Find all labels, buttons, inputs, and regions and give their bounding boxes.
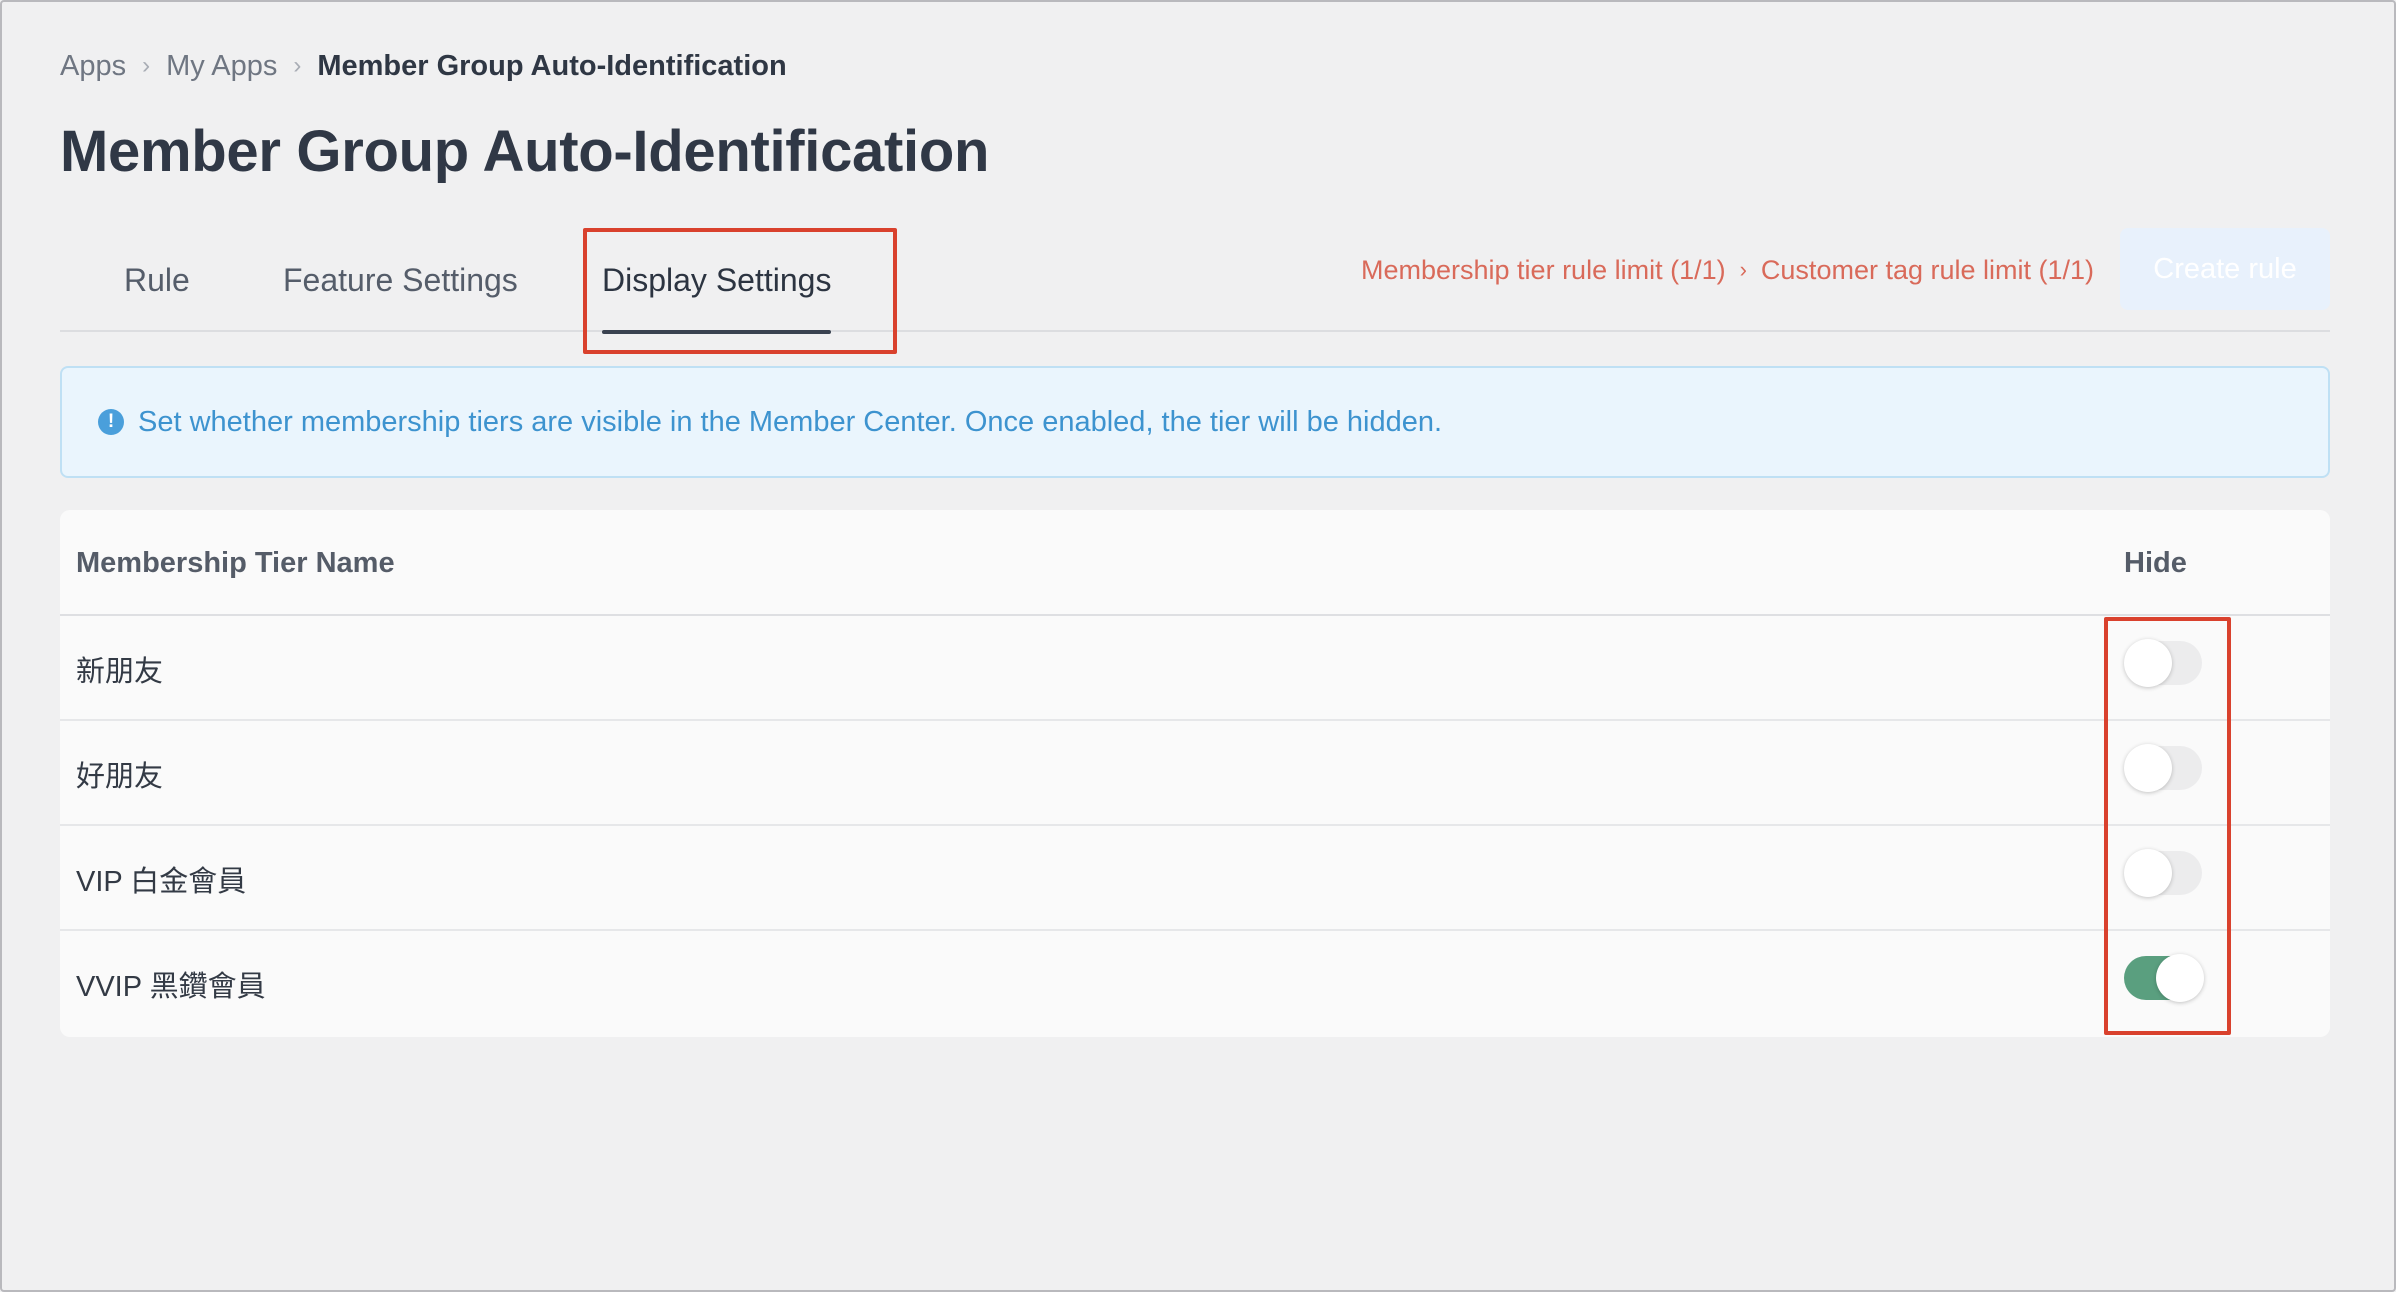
chevron-right-icon: › — [1739, 257, 1747, 282]
tab-feature-settings[interactable]: Feature Settings — [283, 228, 518, 332]
hide-toggle[interactable] — [2124, 849, 2202, 897]
info-banner: ! Set whether membership tiers are visib… — [60, 366, 2330, 478]
table-row: 新朋友 — [60, 616, 2330, 721]
tier-name: 新朋友 — [76, 655, 164, 688]
hide-toggle[interactable] — [2124, 639, 2202, 687]
toggle-knob — [2124, 744, 2172, 792]
breadcrumb-my-apps-link[interactable]: My Apps — [166, 50, 277, 83]
chevron-right-icon: › — [293, 52, 302, 79]
hide-toggle[interactable] — [2124, 954, 2204, 1002]
chevron-right-icon: › — [142, 52, 151, 79]
info-icon: ! — [98, 409, 124, 435]
column-header-tier-name: Membership Tier Name — [76, 546, 395, 579]
tier-name: 好朋友 — [76, 760, 164, 793]
tier-name: VVIP 黑鑽會員 — [76, 970, 266, 1003]
active-tab-indicator — [602, 330, 832, 334]
breadcrumb: Apps › My Apps › Member Group Auto-Ident… — [60, 46, 787, 86]
info-text: Set whether membership tiers are visible… — [138, 405, 1443, 438]
tab-display-settings[interactable]: Display Settings — [602, 228, 832, 334]
tab-rule[interactable]: Rule — [124, 228, 190, 332]
toggle-knob — [2124, 639, 2172, 687]
table-row: VVIP 黑鑽會員 — [60, 931, 2330, 1036]
page-title: Member Group Auto-Identification — [60, 119, 990, 184]
rule-limits: Membership tier rule limit (1/1) › Custo… — [1361, 250, 2094, 290]
column-header-hide: Hide — [2124, 546, 2187, 579]
breadcrumb-current: Member Group Auto-Identification — [317, 49, 787, 82]
membership-tier-limit-link[interactable]: Membership tier rule limit (1/1) — [1361, 255, 1726, 286]
breadcrumb-apps-link[interactable]: Apps — [60, 50, 126, 83]
table-row: 好朋友 — [60, 721, 2330, 826]
table-row: VIP 白金會員 — [60, 826, 2330, 931]
tab-display-settings-label: Display Settings — [602, 261, 832, 298]
customer-tag-limit-link[interactable]: Customer tag rule limit (1/1) — [1761, 255, 2094, 286]
create-rule-button[interactable]: Create rule — [2120, 228, 2330, 310]
toggle-knob — [2156, 954, 2204, 1002]
toggle-knob — [2124, 849, 2172, 897]
membership-tier-table: Membership Tier Name Hide 新朋友 好朋友 VIP 白金… — [60, 510, 2330, 1037]
table-header: Membership Tier Name Hide — [60, 510, 2330, 616]
hide-toggle[interactable] — [2124, 744, 2202, 792]
tier-name: VIP 白金會員 — [76, 865, 247, 898]
